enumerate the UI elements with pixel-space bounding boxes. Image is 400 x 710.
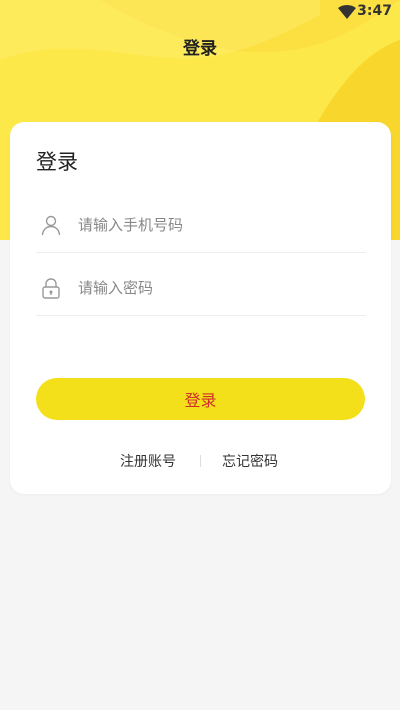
- link-divider: [200, 455, 201, 467]
- login-button[interactable]: 登录: [36, 378, 365, 420]
- wifi-icon: [338, 5, 356, 19]
- login-card: 登录 登录 注册账号 忘记密码: [10, 122, 391, 494]
- password-input[interactable]: [78, 273, 358, 303]
- phone-field-row: [36, 196, 366, 253]
- forgot-password-link[interactable]: 忘记密码: [222, 451, 278, 471]
- auth-links: 注册账号 忘记密码: [10, 450, 391, 472]
- card-title: 登录: [36, 150, 78, 174]
- status-time: 3:47: [357, 3, 392, 19]
- user-icon: [41, 215, 61, 236]
- lock-icon: [42, 278, 60, 299]
- status-bar: 3:47: [0, 0, 400, 24]
- phone-input[interactable]: [78, 210, 358, 240]
- register-link[interactable]: 注册账号: [120, 451, 176, 471]
- page-title: 登录: [183, 39, 217, 59]
- password-field-row: [36, 259, 366, 316]
